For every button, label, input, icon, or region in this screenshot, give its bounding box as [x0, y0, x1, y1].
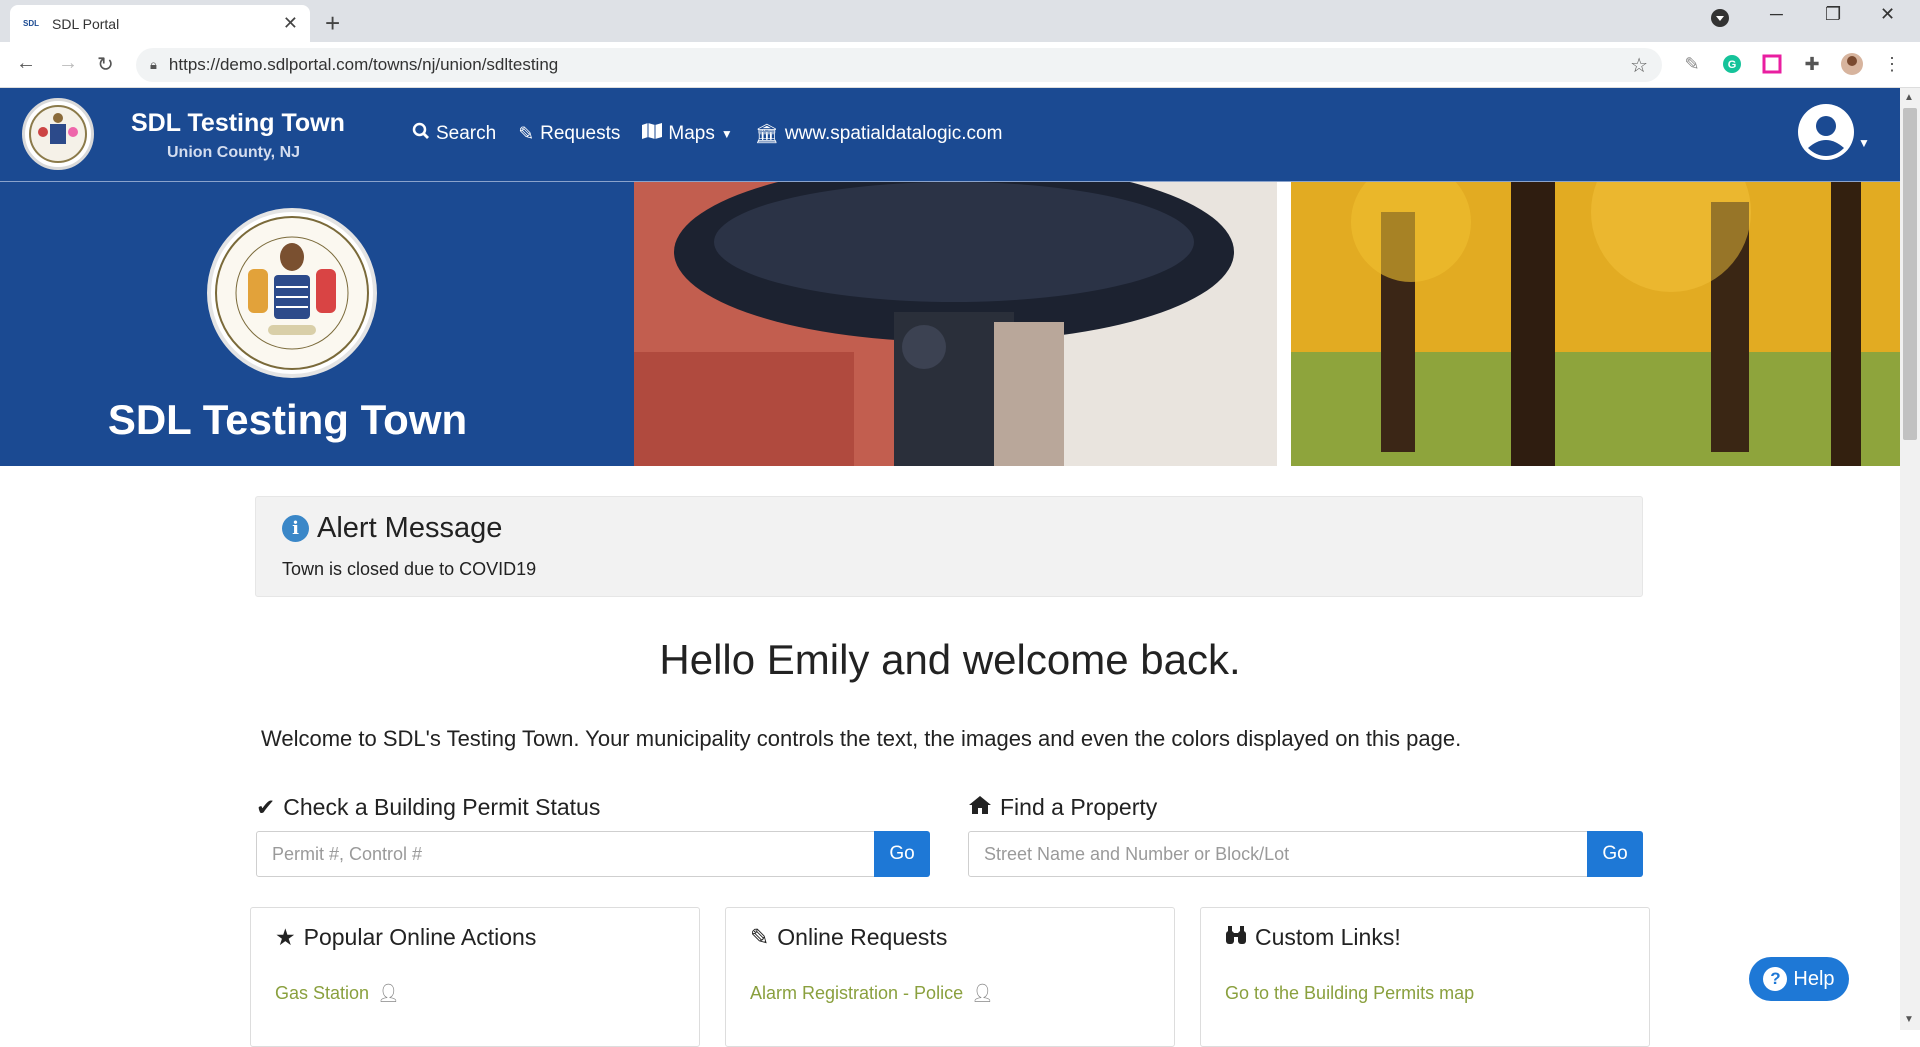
favicon-icon: SDL — [23, 19, 39, 28]
reload-icon[interactable]: ↻ — [97, 52, 114, 77]
bookmark-star-icon[interactable]: ☆ — [1630, 53, 1648, 78]
property-input[interactable] — [968, 831, 1588, 877]
browser-menu-icon[interactable]: ⋮ — [1880, 52, 1904, 76]
search-icon — [412, 122, 430, 146]
nav-website-label: www.spatialdatalogic.com — [784, 123, 1003, 144]
browser-tab[interactable]: SDL SDL Portal ✕ — [10, 5, 310, 42]
question-circle-icon: ? — [1763, 967, 1788, 991]
user-profile-avatar[interactable] — [1840, 52, 1864, 76]
pencil-icon: ✎ — [750, 924, 770, 950]
card-header: ★ Popular Online Actions — [275, 924, 536, 951]
extension-pen-icon[interactable]: ✎ — [1680, 52, 1704, 76]
star-icon: ★ — [275, 924, 296, 950]
town-seal-logo[interactable] — [22, 98, 94, 170]
institution-icon: 🏛︎ — [754, 124, 779, 145]
person-icon: 👤︎ — [377, 983, 400, 1003]
address-bar-row: ← → ↻ 🔒︎ https://demo.sdlportal.com/town… — [0, 42, 1920, 88]
lock-icon: 🔒︎ — [150, 57, 157, 72]
online-requests-card: ✎ Online Requests Alarm Registration - P… — [725, 907, 1175, 1047]
fountain-photo — [634, 182, 1277, 466]
user-menu-caret-icon[interactable]: ▼ — [1858, 136, 1870, 150]
nav-website[interactable]: 🏛︎ www.spatialdatalogic.com — [755, 122, 1003, 146]
extensions-puzzle-icon[interactable]: ✚ — [1800, 52, 1824, 76]
permit-input[interactable] — [256, 831, 875, 877]
forward-icon[interactable]: → — [58, 52, 78, 75]
profile-menu-icon[interactable] — [1710, 8, 1730, 33]
binoculars-icon — [1225, 924, 1247, 951]
alert-box: i Alert Message Town is closed due to CO… — [255, 496, 1643, 597]
greeting-heading: Hello Emily and welcome back. — [659, 636, 1241, 683]
help-label: Help — [1793, 967, 1835, 990]
alert-message: Town is closed due to COVID19 — [282, 559, 537, 579]
checkmark-icon: ✔ — [256, 794, 276, 820]
person-icon: 👤︎ — [971, 983, 994, 1003]
card-link-text: Go to the Building Permits map — [1225, 983, 1475, 1003]
nav-requests[interactable]: ✎ Requests — [518, 122, 620, 146]
card-link-text: Gas Station — [275, 983, 370, 1003]
banner-title: SDL Testing Town — [107, 396, 468, 443]
pencil-icon: ✎ — [518, 123, 535, 145]
url-bar[interactable]: 🔒︎ https://demo.sdlportal.com/towns/nj/u… — [136, 48, 1662, 82]
card-header: Custom Links! — [1225, 924, 1401, 951]
nav-requests-label: Requests — [540, 123, 621, 144]
tab-close-icon[interactable]: ✕ — [283, 13, 298, 34]
alert-title: Alert Message — [317, 512, 503, 544]
card-title: Popular Online Actions — [303, 924, 537, 950]
property-label-text: Find a Property — [1000, 794, 1158, 820]
welcome-text: Welcome to SDL's Testing Town. Your muni… — [261, 726, 1462, 751]
new-tab-icon[interactable]: + — [325, 8, 340, 39]
restore-icon[interactable]: ❐ — [1825, 4, 1841, 25]
scroll-up-icon[interactable]: ▲ — [1904, 92, 1914, 103]
help-button[interactable]: ? Help — [1749, 957, 1849, 1001]
map-icon — [642, 123, 663, 145]
alarm-registration-link[interactable]: Alarm Registration - Police 👤︎ — [750, 983, 994, 1004]
nav-maps[interactable]: Maps ▼ — [642, 122, 733, 146]
nav-maps-label: Maps — [668, 123, 715, 144]
home-icon — [968, 794, 992, 821]
permit-label-text: Check a Building Permit Status — [283, 794, 601, 820]
extension-square-icon[interactable] — [1760, 52, 1784, 76]
site-county: Union County, NJ — [167, 144, 301, 161]
url-text: https://demo.sdlportal.com/towns/nj/unio… — [168, 55, 559, 74]
tab-title: SDL Portal — [52, 15, 120, 32]
site-title[interactable]: SDL Testing Town — [131, 109, 345, 138]
card-link-text: Alarm Registration - Police — [750, 983, 964, 1003]
card-title: Online Requests — [777, 924, 948, 950]
window-close-icon[interactable]: ✕ — [1880, 4, 1895, 25]
nav-search-label: Search — [436, 123, 497, 144]
permit-label: ✔ Check a Building Permit Status — [256, 794, 600, 821]
popular-actions-card: ★ Popular Online Actions Gas Station 👤︎ — [250, 907, 700, 1047]
park-photo — [1291, 182, 1900, 466]
scrollbar-thumb[interactable] — [1903, 108, 1917, 440]
back-icon[interactable]: ← — [16, 52, 36, 75]
caret-down-icon: ▼ — [720, 127, 733, 141]
gas-station-link[interactable]: Gas Station 👤︎ — [275, 983, 400, 1004]
card-title: Custom Links! — [1255, 924, 1401, 950]
building-permits-map-link[interactable]: Go to the Building Permits map — [1225, 983, 1474, 1004]
browser-tab-bar: SDL SDL Portal ✕ + ─ ❐ ✕ — [0, 0, 1920, 42]
svg-text:G: G — [1728, 59, 1737, 71]
nav-search[interactable]: Search — [412, 122, 496, 146]
scroll-down-icon[interactable]: ▼ — [1904, 1014, 1914, 1025]
minimize-icon[interactable]: ─ — [1770, 4, 1783, 25]
property-go-button[interactable]: Go — [1587, 831, 1643, 877]
main-nav: Search ✎ Requests Maps ▼ 🏛︎ www.spatiald… — [412, 122, 1002, 146]
user-menu-avatar-icon[interactable] — [1798, 104, 1854, 160]
grammarly-icon[interactable]: G — [1720, 52, 1744, 76]
site-navbar: SDL Testing Town Union County, NJ Search… — [0, 88, 1900, 182]
permit-go-button[interactable]: Go — [874, 831, 930, 877]
property-label: Find a Property — [968, 794, 1157, 821]
state-seal-icon — [207, 208, 377, 378]
custom-links-card: Custom Links! Go to the Building Permits… — [1200, 907, 1650, 1047]
alert-header: i Alert Message — [282, 512, 502, 545]
card-header: ✎ Online Requests — [750, 924, 947, 951]
info-icon: i — [282, 515, 309, 542]
